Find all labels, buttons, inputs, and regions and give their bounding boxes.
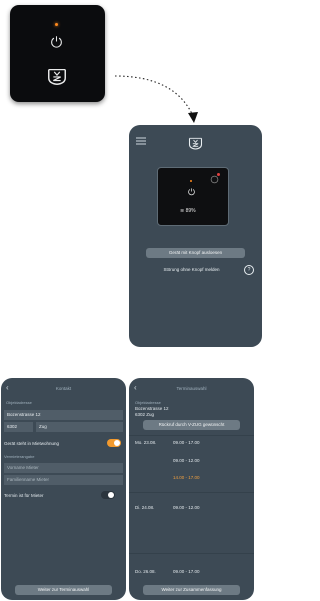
section-label: Vermieterangabe xyxy=(4,454,35,459)
ring-icon xyxy=(210,175,219,184)
next-schedule-button[interactable]: Weiter zur Terminauswahl xyxy=(15,585,112,595)
divider xyxy=(129,435,254,436)
flow-arrow xyxy=(114,75,198,123)
slot-date: Mo. 23.08. xyxy=(135,440,157,445)
section-label: Objektadresse xyxy=(6,400,32,405)
page-title: Terminauswahl xyxy=(176,386,207,391)
status-led xyxy=(55,23,58,26)
placeholder: Vorname Mieter xyxy=(7,465,39,470)
time-slot-selected[interactable]: 14.00 - 17.00 xyxy=(173,475,200,480)
wifi-strength: ≋ 89% xyxy=(180,208,196,214)
owner-last-field[interactable]: Familienname Mieter xyxy=(4,475,123,485)
zip-field[interactable]: 6302 xyxy=(4,422,33,432)
menu-icon[interactable] xyxy=(136,137,146,145)
slot-date: Di. 24.08. xyxy=(135,505,155,510)
power-icon[interactable] xyxy=(49,34,64,49)
slot-date: Do. 26.08. xyxy=(135,569,156,574)
app-screen-contact: ‹ Kontakt Objektadresse Bozenstrasse 12 … xyxy=(1,378,126,600)
street-field[interactable]: Bozenstrasse 12 xyxy=(4,410,123,420)
page-title: Kontakt xyxy=(55,386,72,391)
status-led xyxy=(190,180,192,182)
trigger-button[interactable]: Gerät mit Knopf ausloesen xyxy=(146,248,245,258)
placeholder: Familienname Mieter xyxy=(7,477,50,482)
city-field[interactable]: Zug xyxy=(36,422,123,432)
time-slot[interactable]: 09.00 - 17.00 xyxy=(173,440,200,445)
appointment-label: Termin ist für Mieter xyxy=(4,493,44,498)
time-slot[interactable]: 09.00 - 12.00 xyxy=(173,458,200,463)
help-icon[interactable]: ? xyxy=(244,265,254,275)
section-label: Objektadresse xyxy=(135,400,161,405)
address-street: Bozenstrasse 12 xyxy=(135,406,169,411)
appliance-control-panel xyxy=(10,5,105,102)
rental-toggle[interactable] xyxy=(107,439,121,447)
time-slot[interactable]: 09.00 - 17.00 xyxy=(173,569,200,574)
toggle-knob xyxy=(108,492,114,498)
address-city: 6302 Zug xyxy=(135,412,155,417)
wifi-icon: ≋ xyxy=(180,208,185,214)
next-summary-button[interactable]: Weiter zur Zusammenfassung xyxy=(143,585,240,595)
vzug-logo xyxy=(48,68,66,85)
time-slot[interactable]: 09.00 - 12.00 xyxy=(173,505,200,510)
power-icon xyxy=(188,188,195,196)
toggle-knob xyxy=(114,440,120,446)
appliance-display: ≋ 89% xyxy=(157,167,229,226)
appointment-toggle[interactable] xyxy=(101,491,115,499)
app-screen-remote: ≋ 89% Gerät mit Knopf ausloesen Störung … xyxy=(129,125,262,347)
report-fault-link[interactable]: Störung ohne Knopf melden xyxy=(144,267,239,272)
divider xyxy=(129,553,254,554)
divider xyxy=(129,492,254,493)
app-screen-schedule: ‹ Terminauswahl Objektadresse Bozenstras… xyxy=(129,378,254,600)
rental-label: Gerät steht in Mietwohnung xyxy=(4,441,60,446)
callback-button[interactable]: Rückruf durch V-ZUG gewünscht xyxy=(143,420,240,430)
vzug-logo xyxy=(188,137,203,150)
owner-first-field[interactable]: Vorname Mieter xyxy=(4,463,123,473)
notification-dot xyxy=(217,173,220,176)
